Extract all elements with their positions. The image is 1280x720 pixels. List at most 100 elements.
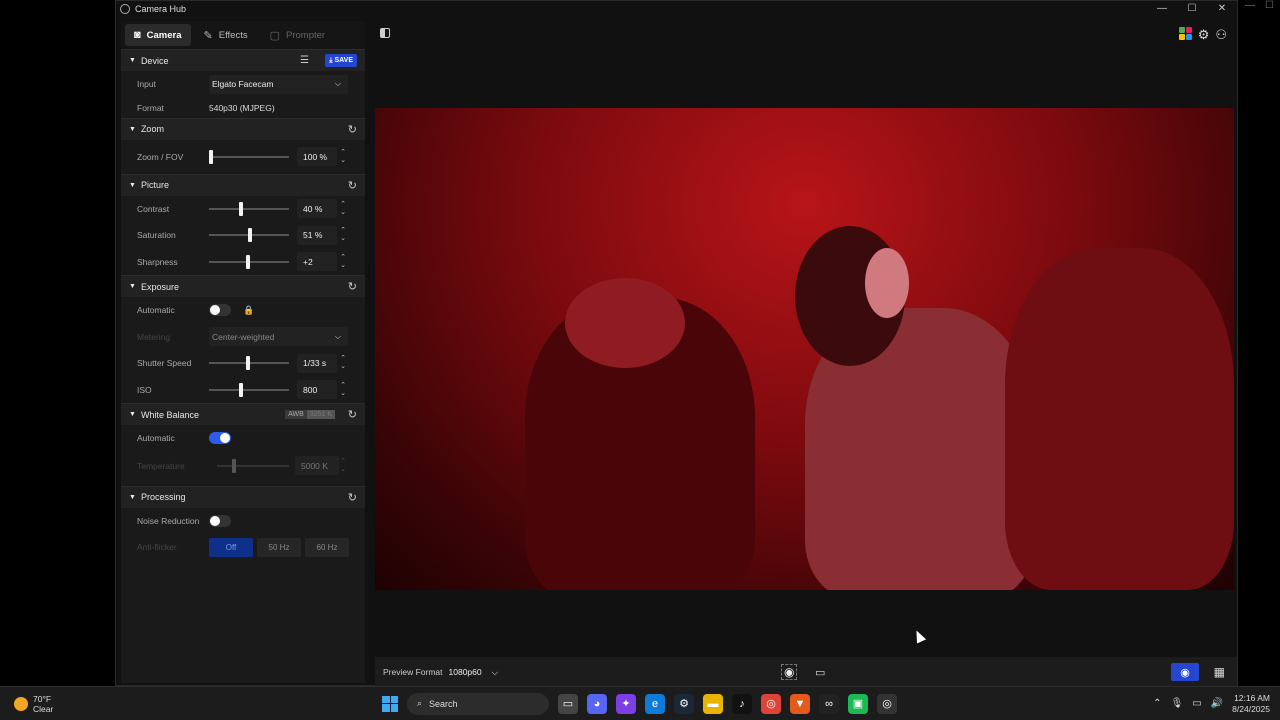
window-title: Camera Hub (135, 4, 187, 14)
contrast-value-field[interactable]: 40 % (297, 199, 337, 219)
chevron-down-icon: ⌵ (334, 79, 341, 89)
zoom-slider[interactable] (209, 149, 289, 164)
settings-sidebar: ◙ Camera ✎ Effects ▢ Prompter ▼ Device ☰ (121, 21, 365, 683)
temperature-slider[interactable] (217, 458, 289, 473)
slider-thumb[interactable] (239, 382, 243, 397)
format-label: Format (137, 102, 164, 113)
microphone-icon[interactable]: 🎙 (1171, 698, 1184, 709)
tab-prompter-label: Prompter (286, 29, 326, 41)
sharpness-stepper[interactable]: ⌃ ⌄ (338, 254, 348, 270)
bg-minimize-icon[interactable]: — (1245, 0, 1255, 14)
tiktok-icon[interactable]: ♪ (732, 693, 752, 714)
steam-icon[interactable]: ⚙ (674, 693, 694, 714)
lock-icon[interactable]: 🔒 (243, 305, 254, 316)
antiflicker-option-off[interactable]: Off (209, 537, 253, 557)
terminal-app-icon[interactable]: ▣ (848, 693, 868, 714)
folder-icon[interactable]: ▭ (815, 666, 825, 679)
edge-icon[interactable]: e (645, 693, 665, 714)
temperature-value-field[interactable]: 5000 K (295, 456, 339, 475)
processing-section-header[interactable]: ▼ Processing ↻ (121, 485, 365, 508)
input-dropdown[interactable]: Elgato Facecam ⌵ (209, 74, 348, 94)
clock-date: 8/24/2025 (1232, 703, 1270, 714)
file-explorer-icon[interactable]: ▬ (703, 693, 723, 714)
slider-thumb[interactable] (246, 356, 250, 371)
iso-stepper[interactable]: ⌃ ⌄ (338, 382, 348, 398)
slider-thumb[interactable] (248, 228, 252, 243)
grid-overlay-icon[interactable]: ▦ (1214, 665, 1225, 679)
close-button[interactable]: ✕ (1207, 1, 1237, 15)
discord-icon[interactable]: ◕ (587, 693, 607, 714)
apps-grid-icon[interactable] (1178, 27, 1192, 40)
tab-effects[interactable]: ✎ Effects (195, 24, 257, 46)
windows-start-icon[interactable] (382, 695, 398, 712)
shutter-stepper[interactable]: ⌃ ⌄ (338, 355, 348, 371)
sharpness-value-field[interactable]: +2 (297, 252, 337, 272)
white-balance-section-header[interactable]: ▼ White Balance AWB 3251 K ↻ (121, 403, 365, 425)
weather-widget[interactable]: 70°F Clear (14, 694, 53, 714)
zoom-section-header[interactable]: ▼ Zoom ↻ (121, 117, 365, 140)
taskbar-clock[interactable]: 12:16 AM 8/24/2025 (1232, 693, 1270, 715)
shutter-value-field[interactable]: 1/33 s (297, 353, 337, 373)
copilot-icon[interactable]: ✦ (616, 693, 636, 714)
exposure-section-title: Exposure (140, 281, 179, 292)
slider-thumb[interactable] (239, 201, 243, 216)
slider-thumb[interactable] (232, 458, 236, 473)
task-view-icon[interactable]: ▭ (558, 693, 578, 714)
temperature-stepper[interactable]: ⌃ ⌄ (338, 458, 348, 474)
epic-games-icon[interactable]: ∞ (819, 693, 839, 714)
sidebar-toggle-icon[interactable] (380, 28, 390, 38)
sharpness-slider[interactable] (209, 254, 289, 269)
tab-camera[interactable]: ◙ Camera (125, 24, 191, 46)
reset-icon[interactable]: ↻ (348, 123, 357, 136)
antiflicker-option-50hz[interactable]: 50 Hz (257, 537, 301, 557)
zoom-value-field[interactable]: 100 % (297, 147, 337, 166)
iso-slider[interactable] (209, 382, 289, 397)
preview-format-label: Preview Format (383, 667, 443, 677)
camera-hub-taskbar-icon[interactable]: ◎ (877, 693, 897, 714)
snapshot-camera-icon[interactable]: ◉ (781, 664, 798, 680)
saturation-value-field[interactable]: 51 % (297, 225, 337, 245)
maximize-button[interactable]: ☐ (1177, 1, 1207, 15)
headphones-shape (865, 248, 909, 318)
device-section-header[interactable]: ▼ Device ☰ ⤓ SAVE (121, 49, 365, 71)
reset-icon[interactable]: ↻ (348, 491, 357, 504)
exposure-section-header[interactable]: ▼ Exposure ↻ (121, 275, 365, 297)
iso-value-field[interactable]: 800 (297, 380, 337, 400)
wb-automatic-row: Automatic (121, 425, 365, 452)
chrome-icon[interactable]: ◎ (761, 693, 781, 714)
saturation-stepper[interactable]: ⌃ ⌄ (338, 227, 348, 243)
reset-icon[interactable]: ↻ (348, 280, 357, 293)
saturation-slider[interactable] (209, 228, 289, 243)
preview-eye-button[interactable]: ◉ (1171, 663, 1199, 681)
zoom-stepper[interactable]: ⌃ ⌄ (338, 149, 348, 165)
slider-thumb[interactable] (246, 254, 250, 269)
gear-icon[interactable]: ⚙ (1198, 27, 1210, 43)
tray-chevron-up-icon[interactable]: ⌃ (1153, 698, 1161, 709)
minimize-button[interactable]: — (1147, 1, 1177, 15)
reset-icon[interactable]: ↻ (348, 408, 357, 421)
reset-icon[interactable]: ↻ (348, 179, 357, 192)
format-row: Format 540p30 (MJPEG) (121, 98, 365, 118)
volume-icon[interactable]: 🔊 (1211, 698, 1223, 709)
contrast-slider[interactable] (209, 201, 289, 216)
noise-reduction-toggle[interactable] (209, 514, 231, 527)
zoom-label: Zoom / FOV (137, 151, 184, 162)
contrast-stepper[interactable]: ⌃ ⌄ (338, 201, 348, 217)
network-icon[interactable]: ▭ (1192, 698, 1201, 709)
bg-maximize-icon[interactable]: ☐ (1265, 0, 1274, 14)
antiflicker-option-60hz[interactable]: 60 Hz (305, 537, 349, 557)
user-icon[interactable]: ⚇ (1215, 27, 1227, 43)
picture-section-header[interactable]: ▼ Picture ↻ (121, 173, 365, 196)
taskbar-search[interactable]: ⌕ Search (407, 692, 549, 715)
exposure-automatic-toggle[interactable] (209, 304, 231, 317)
tune-settings-icon[interactable]: ☰ (300, 55, 309, 66)
save-button[interactable]: ⤓ SAVE (325, 54, 357, 67)
brave-icon[interactable]: ▼ (790, 693, 810, 714)
tab-prompter[interactable]: ▢ Prompter (261, 24, 334, 46)
shutter-slider[interactable] (209, 356, 289, 371)
zoom-section-title: Zoom (140, 124, 164, 134)
wb-automatic-toggle[interactable] (209, 432, 231, 445)
preview-format-dropdown[interactable]: 1080p60 ⌵ (449, 667, 499, 678)
metering-dropdown[interactable]: Center-weighted ⌵ (209, 327, 348, 347)
slider-thumb[interactable] (209, 149, 213, 164)
